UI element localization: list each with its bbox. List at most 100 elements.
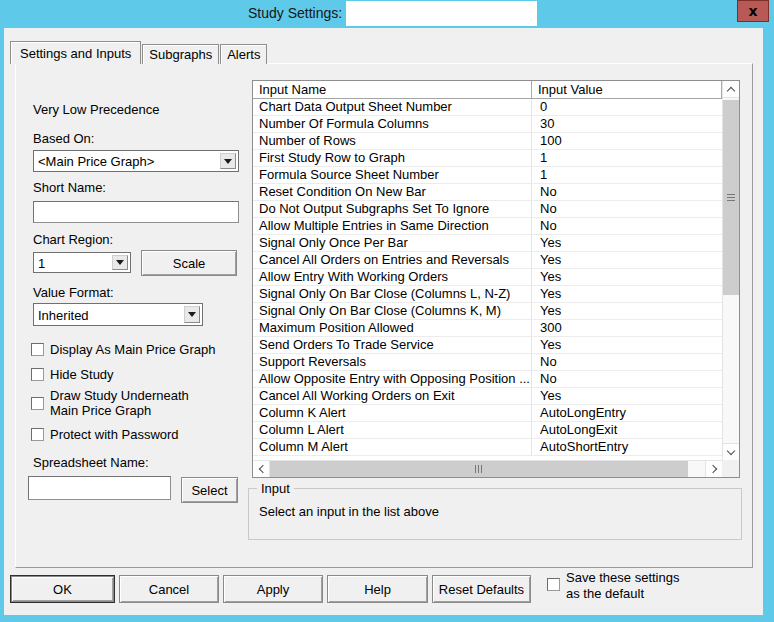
chart-region-select[interactable]: 1: [33, 252, 131, 273]
input-value-cell: 1: [532, 150, 722, 166]
table-row[interactable]: Column L AlertAutoLongExit: [253, 422, 722, 439]
horizontal-scrollbar-thumb[interactable]: [270, 461, 688, 477]
cancel-button[interactable]: Cancel: [119, 575, 219, 603]
scroll-left-button[interactable]: [253, 461, 270, 477]
close-icon: x: [748, 4, 757, 18]
input-name-cell: Column M Alert: [253, 439, 532, 455]
scale-button[interactable]: Scale: [141, 250, 237, 276]
checkbox-row[interactable]: Hide Study: [31, 367, 242, 382]
table-row[interactable]: Reset Condition On New BarNo: [253, 184, 722, 201]
chevron-down-icon[interactable]: [220, 153, 236, 169]
input-value-cell: No: [532, 201, 722, 217]
input-name-cell: Allow Opposite Entry with Opposing Posit…: [253, 371, 532, 387]
chart-region-label: Chart Region:: [33, 232, 113, 247]
table-row[interactable]: Do Not Output Subgraphs Set To IgnoreNo: [253, 201, 722, 218]
input-name-cell: Column L Alert: [253, 422, 532, 438]
save-default-label: Save these settings as the default: [566, 570, 684, 602]
input-value-cell: No: [532, 218, 722, 234]
table-row[interactable]: First Study Row to Graph1: [253, 150, 722, 167]
table-row[interactable]: Maximum Position Allowed300: [253, 320, 722, 337]
spreadsheet-name-input[interactable]: [28, 476, 171, 500]
horizontal-scrollbar[interactable]: [253, 460, 722, 477]
checkbox-row[interactable]: Draw Study Underneath Main Price Graph: [31, 388, 242, 418]
tab-alerts[interactable]: Alerts: [220, 44, 267, 64]
scrollbar-corner: [722, 460, 739, 477]
short-name-input[interactable]: [33, 201, 239, 223]
table-row[interactable]: Signal Only Once Per BarYes: [253, 235, 722, 252]
chevron-down-icon[interactable]: [112, 255, 128, 270]
column-header-input-name[interactable]: Input Name: [253, 81, 532, 98]
checkbox-row[interactable]: Display As Main Price Graph: [31, 342, 242, 357]
value-format-select[interactable]: Inherited: [33, 303, 203, 326]
input-name-cell: Send Orders To Trade Service: [253, 337, 532, 353]
scroll-down-button[interactable]: [723, 443, 739, 460]
input-name-cell: Do Not Output Subgraphs Set To Ignore: [253, 201, 532, 217]
checkbox[interactable]: [31, 428, 44, 441]
close-button[interactable]: x: [737, 0, 769, 22]
inputs-table: Input Name Input Value Chart Data Output…: [252, 80, 740, 478]
input-name-cell: Allow Multiple Entries in Same Direction: [253, 218, 532, 234]
save-default-checkbox[interactable]: [547, 578, 560, 591]
grip-icon: [727, 194, 735, 202]
input-name-cell: Signal Only Once Per Bar: [253, 235, 532, 251]
checkbox[interactable]: [31, 343, 44, 356]
input-value-cell: Yes: [532, 252, 722, 268]
input-name-cell: Number of Rows: [253, 133, 532, 149]
based-on-label: Based On:: [33, 131, 94, 146]
checkbox[interactable]: [31, 368, 44, 381]
table-row[interactable]: Formula Source Sheet Number1: [253, 167, 722, 184]
table-row[interactable]: Allow Opposite Entry with Opposing Posit…: [253, 371, 722, 388]
left-checkbox-group: Display As Main Price Graph Hide Study Dra…: [31, 342, 242, 442]
table-row[interactable]: Allow Multiple Entries in Same Direction…: [253, 218, 722, 235]
input-value-cell: No: [532, 371, 722, 387]
scroll-up-button[interactable]: [723, 81, 739, 98]
table-row[interactable]: Column M AlertAutoShortEntry: [253, 439, 722, 456]
tab-subgraphs[interactable]: Subgraphs: [142, 44, 219, 64]
save-default-checkbox-row[interactable]: Save these settings as the default: [547, 570, 684, 602]
grip-icon: [475, 465, 483, 473]
table-row[interactable]: Support ReversalsNo: [253, 354, 722, 371]
based-on-select[interactable]: <Main Price Graph>: [33, 150, 239, 172]
column-header-input-value[interactable]: Input Value: [532, 81, 722, 98]
input-value-cell: Yes: [532, 269, 722, 285]
table-row[interactable]: Number Of Formula Columns30: [253, 116, 722, 133]
checkbox[interactable]: [31, 397, 44, 410]
vertical-scrollbar-thumb[interactable]: [723, 100, 739, 295]
tab-settings-and-inputs[interactable]: Settings and Inputs: [10, 41, 141, 64]
footer-buttons: OKCancelApplyHelpReset Defaults: [10, 575, 535, 603]
table-row[interactable]: Number of Rows100: [253, 133, 722, 150]
input-value-cell: AutoLongEntry: [532, 405, 722, 421]
help-button[interactable]: Help: [327, 575, 428, 603]
chevron-down-icon[interactable]: [184, 306, 200, 323]
input-name-cell: Formula Source Sheet Number: [253, 167, 532, 183]
input-value-cell: Yes: [532, 235, 722, 251]
input-name-cell: Cancel All Orders on Entries and Reversa…: [253, 252, 532, 268]
ok-button[interactable]: OK: [10, 575, 115, 603]
vertical-scrollbar[interactable]: [722, 81, 739, 460]
input-value-cell: AutoLongExit: [532, 422, 722, 438]
table-row[interactable]: Chart Data Output Sheet Number0: [253, 99, 722, 116]
input-name-cell: Number Of Formula Columns: [253, 116, 532, 132]
checkbox-label: Protect with Password: [50, 427, 179, 442]
scroll-right-button[interactable]: [705, 461, 722, 477]
input-value-cell: Yes: [532, 337, 722, 353]
input-value-cell: 30: [532, 116, 722, 132]
table-row[interactable]: Send Orders To Trade ServiceYes: [253, 337, 722, 354]
input-name-cell: Maximum Position Allowed: [253, 320, 532, 336]
input-value-cell: 300: [532, 320, 722, 336]
table-row[interactable]: Allow Entry With Working OrdersYes: [253, 269, 722, 286]
input-name-cell: First Study Row to Graph: [253, 150, 532, 166]
apply-button[interactable]: Apply: [223, 575, 323, 603]
chart-region-value: 1: [38, 255, 45, 270]
table-row[interactable]: Signal Only On Bar Close (Columns L, N-Z…: [253, 286, 722, 303]
table-row[interactable]: Signal Only On Bar Close (Columns K, M)Y…: [253, 303, 722, 320]
table-row[interactable]: Cancel All Working Orders on ExitYes: [253, 388, 722, 405]
table-row[interactable]: Cancel All Orders on Entries and Reversa…: [253, 252, 722, 269]
select-button[interactable]: Select: [181, 477, 238, 503]
checkbox-label: Display As Main Price Graph: [50, 342, 215, 357]
reset-defaults-button[interactable]: Reset Defaults: [432, 575, 531, 603]
spreadsheet-name-label: Spreadsheet Name:: [33, 455, 149, 470]
input-group-title: Input: [257, 481, 294, 496]
table-row[interactable]: Column K AlertAutoLongEntry: [253, 405, 722, 422]
checkbox-row[interactable]: Protect with Password: [31, 427, 242, 442]
